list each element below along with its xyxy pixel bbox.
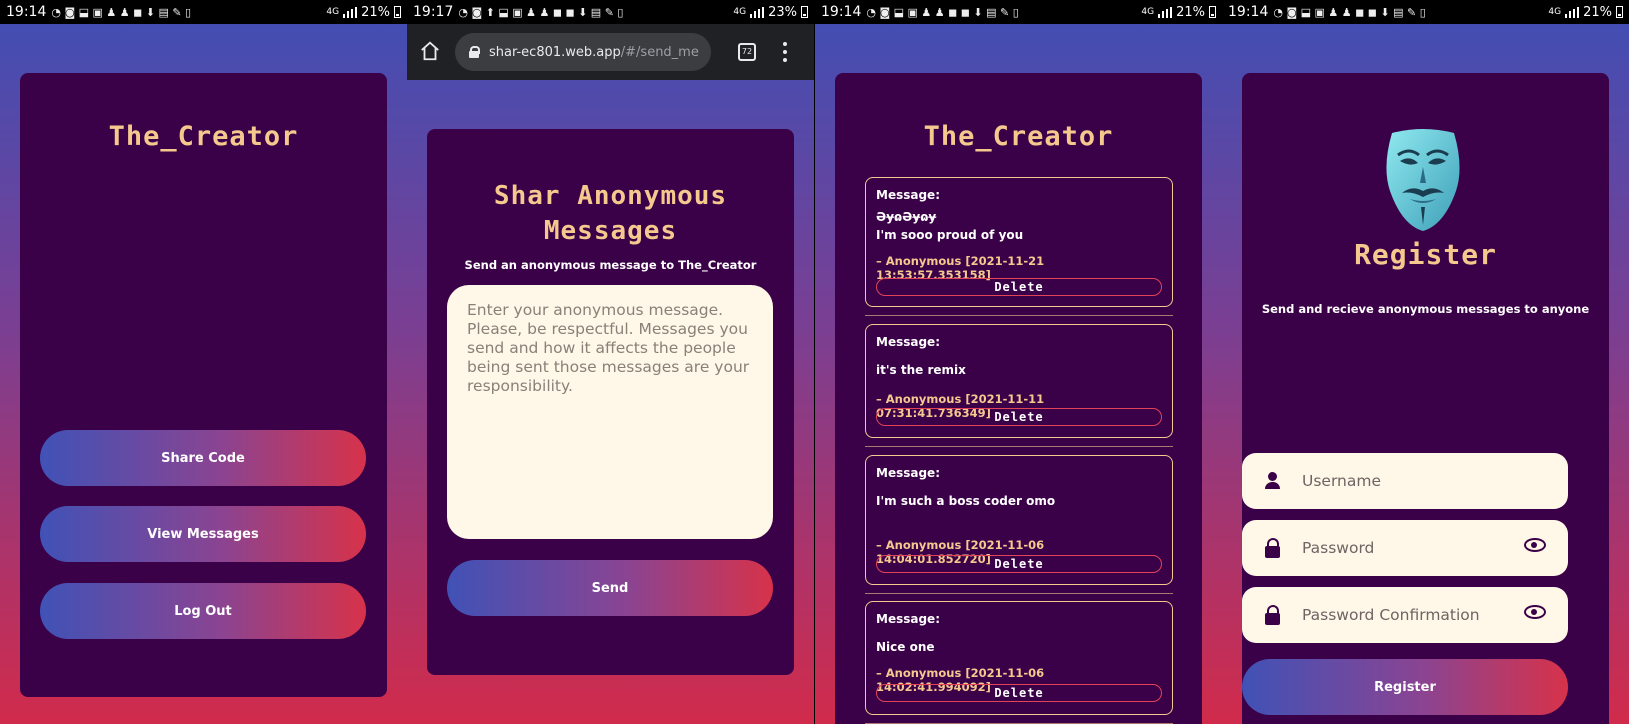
tab-count: 72 [741, 47, 753, 56]
page-title: Register [1354, 238, 1497, 271]
page-title: The_Creator [108, 121, 299, 152]
password-placeholder: Password [1302, 539, 1375, 557]
eye-icon[interactable] [1524, 605, 1546, 619]
username-field[interactable]: Username [1242, 453, 1568, 509]
address-bar[interactable]: shar-ec801.web.app/#/send_me [455, 33, 711, 71]
register-button[interactable]: Register [1242, 659, 1568, 715]
username-placeholder: Username [1302, 472, 1382, 490]
notification-icons: ◔ ◙ ⬆ ⬓ ▣ ♟ ♟ ◼ ◼ ⬇ ▤ ✎ ▯ [458, 5, 624, 19]
status-bar: 19:14 ◔ ◙ ⬓ ▣ ♟ ♟ ◼ ⬇ ▤ ✎ ▯ 4G 21% [0, 0, 407, 24]
signal-icon [1158, 6, 1173, 18]
network-label: 4G [733, 7, 747, 17]
password-field[interactable]: Password [1242, 520, 1568, 576]
message-text: Nice one [876, 640, 935, 654]
message-card: Message: I'm such a boss coder omo – Ano… [865, 455, 1173, 585]
signal-icon [343, 6, 358, 18]
register-subtitle: Send and recieve anonymous messages to a… [1261, 302, 1590, 316]
person-icon [1262, 470, 1284, 492]
battery-percent: 23% [768, 4, 797, 20]
network-label: 4G [326, 7, 340, 17]
message-text: I'm such a boss coder omo [876, 494, 1056, 508]
home-screen: 19:14 ◔ ◙ ⬓ ▣ ♟ ♟ ◼ ⬇ ▤ ✎ ▯ 4G 21% The_C… [0, 0, 407, 724]
lock-icon [469, 46, 480, 58]
notification-icons: ◔ ◙ ⬓ ▣ ♟ ♟ ◼ ◼ ⬇ ▤ ✎ ▯ [866, 5, 1019, 19]
message-text-2: I'm sooo proud of you [876, 228, 1024, 242]
url-path: /#/send_me [620, 44, 699, 60]
browser-toolbar: shar-ec801.web.app/#/send_me 72 [407, 24, 814, 80]
status-time: 19:17 [413, 4, 454, 20]
message-label: Message: [876, 612, 940, 626]
page-title: Shar Anonymous Messages [427, 179, 794, 249]
page-title: The_Creator [923, 121, 1114, 152]
send-screen: 19:17 ◔ ◙ ⬆ ⬓ ▣ ♟ ♟ ◼ ◼ ⬇ ▤ ✎ ▯ 4G 23% s… [407, 0, 814, 724]
signal-icon [750, 6, 765, 18]
title-line-1: Shar Anonymous [493, 181, 728, 211]
message-card: Message: it's the remix – Anonymous [202… [865, 324, 1173, 438]
lock-icon [1262, 604, 1284, 626]
message-label: Message: [876, 335, 940, 349]
message-text: ƏɏɷƏɏɷɏ [876, 210, 937, 224]
status-bar: 19:14 ◔ ◙ ⬓ ▣ ♟ ♟ ◼ ◼ ⬇ ▤ ✎ ▯ 4G 21% [815, 0, 1222, 24]
send-button[interactable]: Send [447, 560, 773, 616]
status-time: 19:14 [821, 4, 862, 20]
message-input[interactable]: Enter your anonymous message. Please, be… [447, 285, 773, 539]
log-out-button[interactable]: Log Out [40, 583, 366, 639]
divider [865, 446, 1173, 447]
divider [865, 315, 1173, 316]
battery-icon [1616, 6, 1623, 18]
messages-screen: 19:14 ◔ ◙ ⬓ ▣ ♟ ♟ ◼ ◼ ⬇ ▤ ✎ ▯ 4G 21% The… [815, 0, 1222, 724]
delete-button[interactable]: Delete [876, 408, 1162, 426]
notification-icons: ◔ ◙ ⬓ ▣ ♟ ♟ ◼ ◼ ⬇ ▤ ✎ ▯ [1273, 5, 1426, 19]
signal-icon [1565, 6, 1580, 18]
battery-percent: 21% [1583, 4, 1612, 20]
divider [865, 593, 1173, 594]
guy-fawkes-mask-logo [1386, 129, 1460, 231]
url-host: shar-ec801.web.app [489, 44, 621, 60]
battery-icon [394, 6, 401, 18]
confirm-placeholder: Password Confirmation [1302, 606, 1480, 624]
battery-percent: 21% [1176, 4, 1205, 20]
lock-icon [1262, 537, 1284, 559]
title-line-2: Messages [543, 216, 678, 246]
network-label: 4G [1548, 7, 1562, 17]
status-bar: 19:17 ◔ ◙ ⬆ ⬓ ▣ ♟ ♟ ◼ ◼ ⬇ ▤ ✎ ▯ 4G 23% [407, 0, 814, 24]
send-subtitle: Send an anonymous message to The_Creator [464, 258, 757, 272]
message-label: Message: [876, 466, 940, 480]
battery-icon [1209, 6, 1216, 18]
message-card: Message: Nice one – Anonymous [2021-11-0… [865, 601, 1173, 715]
messages-card: The_Creator Message: ƏɏɷƏɏɷɏ I'm sooo pr… [835, 73, 1202, 724]
message-label: Message: [876, 188, 940, 202]
status-time: 19:14 [6, 4, 47, 20]
message-card: Message: ƏɏɷƏɏɷɏ I'm sooo proud of you –… [865, 177, 1173, 307]
view-messages-button[interactable]: View Messages [40, 506, 366, 562]
password-confirmation-field[interactable]: Password Confirmation [1242, 587, 1568, 643]
home-icon[interactable] [419, 40, 441, 62]
battery-percent: 21% [361, 4, 390, 20]
message-text: it's the remix [876, 363, 966, 377]
delete-button[interactable]: Delete [876, 684, 1162, 702]
more-vert-icon[interactable] [783, 42, 787, 62]
share-code-button[interactable]: Share Code [40, 430, 366, 486]
network-label: 4G [1141, 7, 1155, 17]
battery-icon [801, 6, 808, 18]
status-bar: 19:14 ◔ ◙ ⬓ ▣ ♟ ♟ ◼ ◼ ⬇ ▤ ✎ ▯ 4G 21% [1222, 0, 1629, 24]
eye-icon[interactable] [1524, 538, 1546, 552]
notification-icons: ◔ ◙ ⬓ ▣ ♟ ♟ ◼ ⬇ ▤ ✎ ▯ [51, 5, 192, 19]
status-time: 19:14 [1228, 4, 1269, 20]
delete-button[interactable]: Delete [876, 278, 1162, 296]
delete-button[interactable]: Delete [876, 555, 1162, 573]
register-screen: 19:14 ◔ ◙ ⬓ ▣ ♟ ♟ ◼ ◼ ⬇ ▤ ✎ ▯ 4G 21% Reg… [1222, 0, 1629, 724]
tab-switcher-icon[interactable]: 72 [738, 43, 756, 61]
